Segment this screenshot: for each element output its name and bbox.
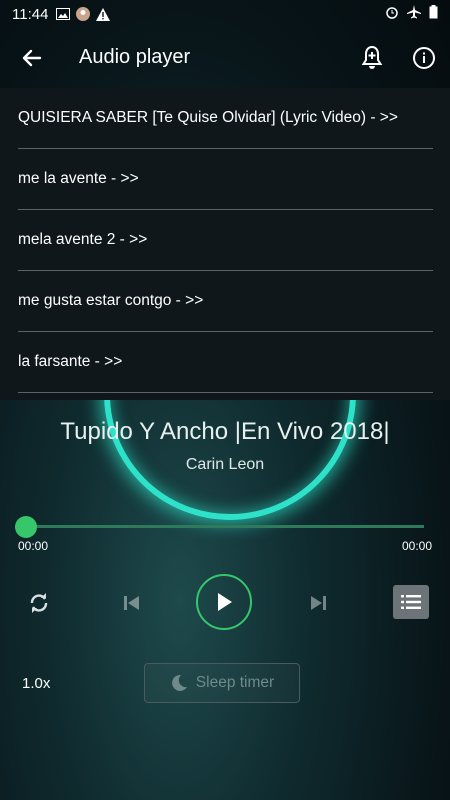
playlist-item[interactable]: la farsante - >> xyxy=(18,332,433,393)
alarm-clock-icon xyxy=(386,7,398,19)
repeat-button[interactable] xyxy=(26,590,52,616)
playlist-item[interactable]: QUISIERA SABER [Te Quise Olvidar] (Lyric… xyxy=(18,88,433,149)
status-time: 11:44 xyxy=(12,5,49,23)
play-button[interactable] xyxy=(196,574,252,630)
sleep-timer-button[interactable]: Sleep timer xyxy=(144,663,300,703)
playback-speed-button[interactable]: 1.0x xyxy=(22,675,50,692)
seek-bar[interactable] xyxy=(26,525,424,528)
battery-icon xyxy=(429,5,438,19)
current-time: 00:00 xyxy=(18,539,49,553)
warning-icon xyxy=(96,7,111,21)
alarm-bell-icon[interactable] xyxy=(360,45,384,71)
playlist: QUISIERA SABER [Te Quise Olvidar] (Lyric… xyxy=(0,88,450,400)
playlist-item[interactable]: me gusta estar contgo - >> xyxy=(18,271,433,332)
duration: 00:00 xyxy=(401,539,432,553)
seek-thumb[interactable] xyxy=(15,516,37,538)
playlist-item[interactable]: mela avente 2 - >> xyxy=(18,210,433,271)
track-title: Tupido Y Ancho |En Vivo 2018| xyxy=(60,418,390,445)
repeat-icon xyxy=(30,593,48,613)
status-bar: 11:44 xyxy=(0,0,450,28)
airplane-mode-icon xyxy=(407,5,421,19)
page-title: Audio player xyxy=(79,46,191,68)
queue-button[interactable] xyxy=(393,585,429,619)
skip-previous-icon xyxy=(124,596,139,610)
skip-next-icon xyxy=(311,596,326,610)
next-button[interactable] xyxy=(306,590,332,616)
sleep-timer-label: Sleep timer xyxy=(195,674,275,691)
track-artist: Carin Leon xyxy=(185,456,265,473)
moon-icon xyxy=(171,674,187,691)
app-bar: Audio player xyxy=(0,28,450,88)
image-icon xyxy=(56,8,71,20)
previous-button[interactable] xyxy=(118,590,144,616)
play-icon xyxy=(218,593,232,611)
arrow-left-icon[interactable] xyxy=(20,46,44,70)
info-icon[interactable] xyxy=(412,46,436,70)
avatar-icon xyxy=(76,7,91,21)
list-icon xyxy=(401,595,421,609)
playlist-item[interactable]: me la avente - >> xyxy=(18,149,433,210)
